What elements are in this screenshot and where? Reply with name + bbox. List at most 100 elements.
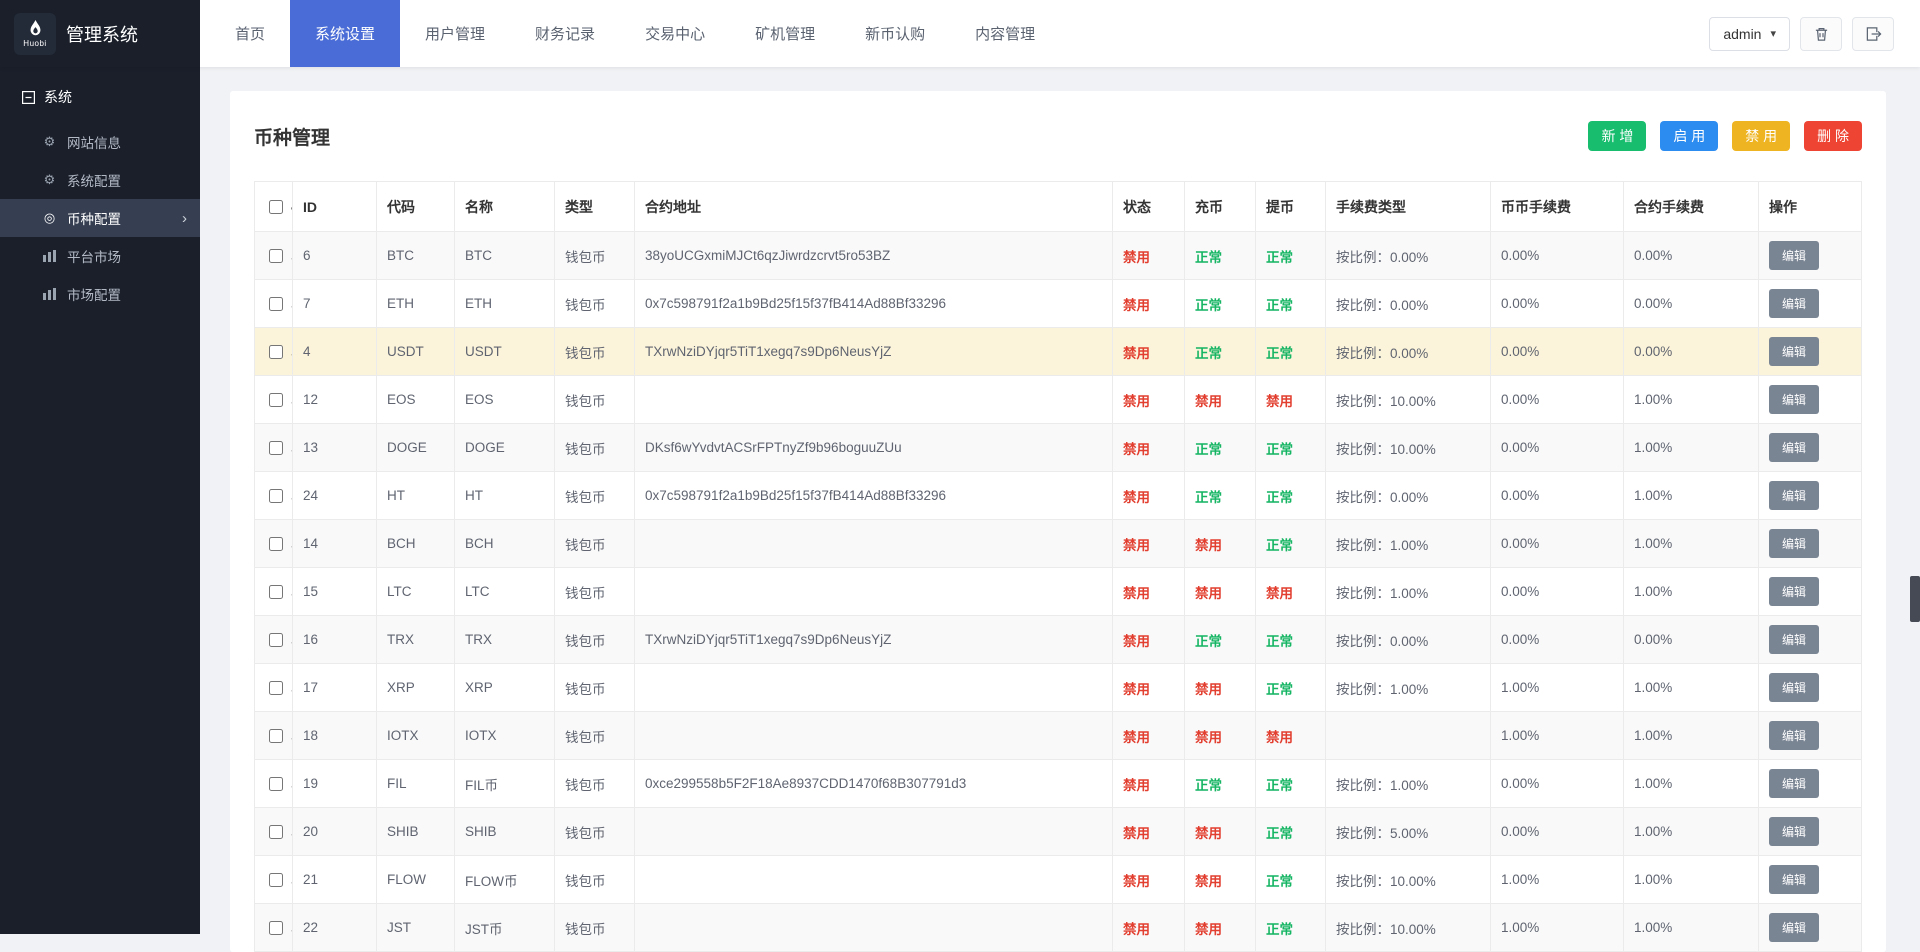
cell-code: JST	[377, 904, 455, 952]
cell-checkbox	[255, 328, 293, 376]
huobi-logo: Huobi	[14, 13, 56, 55]
row-checkbox[interactable]	[269, 729, 283, 743]
edit-button[interactable]: 编辑	[1769, 817, 1819, 846]
cell-actions: 编辑	[1759, 376, 1862, 424]
cell-status: 禁用	[1113, 712, 1185, 760]
cell-type: 钱包币	[555, 232, 635, 280]
cell-contract_fee: 1.00%	[1624, 424, 1759, 472]
row-checkbox[interactable]	[269, 441, 283, 455]
cell-checkbox	[255, 904, 293, 952]
nav-item-finance-records[interactable]: 财务记录	[510, 0, 620, 67]
edit-button[interactable]: 编辑	[1769, 721, 1819, 750]
nav-item-content-management[interactable]: 内容管理	[950, 0, 1060, 67]
cell-fee_type: 按比例：0.00%	[1326, 472, 1491, 520]
nav-item-home[interactable]: 首页	[210, 0, 290, 67]
cell-contract_fee: 0.00%	[1624, 280, 1759, 328]
cell-name: IOTX	[455, 712, 555, 760]
cell-name: XRP	[455, 664, 555, 712]
table-row: 19FILFIL币钱包币0xce299558b5F2F18Ae8937CDD14…	[255, 760, 1862, 808]
user-dropdown[interactable]: admin ▾	[1709, 17, 1790, 51]
add-button[interactable]: 新 增	[1588, 121, 1646, 151]
logout-button[interactable]	[1852, 17, 1894, 51]
cell-type: 钱包币	[555, 664, 635, 712]
cell-coin_fee: 0.00%	[1491, 376, 1624, 424]
cell-actions: 编辑	[1759, 232, 1862, 280]
row-checkbox[interactable]	[269, 345, 283, 359]
select-all-checkbox[interactable]	[269, 200, 283, 214]
cell-deposit: 正常	[1185, 424, 1256, 472]
row-checkbox[interactable]	[269, 873, 283, 887]
cell-contract: TXrwNziDYjqr5TiT1xegq7s9Dp6NeusYjZ	[635, 616, 1113, 664]
sidebar-section-system[interactable]: 系统	[0, 67, 200, 123]
top-navbar: Huobi 管理系统 首页 系统设置 用户管理 财务记录 交易中心 矿机管理 新…	[0, 0, 1920, 67]
edit-button[interactable]: 编辑	[1769, 625, 1819, 654]
trash-button[interactable]	[1800, 17, 1842, 51]
delete-button[interactable]: 删 除	[1804, 121, 1862, 151]
disable-button[interactable]: 禁 用	[1732, 121, 1790, 151]
scrollbar-thumb[interactable]	[1910, 576, 1920, 622]
row-checkbox[interactable]	[269, 297, 283, 311]
row-checkbox[interactable]	[269, 249, 283, 263]
row-checkbox[interactable]	[269, 921, 283, 935]
cell-checkbox	[255, 856, 293, 904]
cell-type: 钱包币	[555, 616, 635, 664]
cell-id: 20	[293, 808, 377, 856]
cell-checkbox	[255, 616, 293, 664]
nav-item-user-management[interactable]: 用户管理	[400, 0, 510, 67]
edit-button[interactable]: 编辑	[1769, 769, 1819, 798]
sidebar-item-system-config[interactable]: ⚙ 系统配置	[0, 161, 200, 199]
edit-button[interactable]: 编辑	[1769, 529, 1819, 558]
row-checkbox[interactable]	[269, 393, 283, 407]
enable-button[interactable]: 启 用	[1660, 121, 1718, 151]
cell-contract_fee: 1.00%	[1624, 376, 1759, 424]
cell-status: 禁用	[1113, 376, 1185, 424]
edit-button[interactable]: 编辑	[1769, 385, 1819, 414]
cell-contract	[635, 856, 1113, 904]
cell-name: BTC	[455, 232, 555, 280]
cell-contract_fee: 1.00%	[1624, 904, 1759, 952]
row-checkbox[interactable]	[269, 489, 283, 503]
row-checkbox[interactable]	[269, 777, 283, 791]
table-row: 13DOGEDOGE钱包币DKsf6wYvdvtACSrFPTnyZf9b96b…	[255, 424, 1862, 472]
edit-button[interactable]: 编辑	[1769, 913, 1819, 942]
cell-checkbox	[255, 472, 293, 520]
edit-button[interactable]: 编辑	[1769, 289, 1819, 318]
edit-button[interactable]: 编辑	[1769, 865, 1819, 894]
nav-item-trade-center[interactable]: 交易中心	[620, 0, 730, 67]
cell-type: 钱包币	[555, 856, 635, 904]
row-checkbox[interactable]	[269, 633, 283, 647]
sidebar-item-market-config[interactable]: 市场配置	[0, 275, 200, 313]
edit-button[interactable]: 编辑	[1769, 577, 1819, 606]
edit-button[interactable]: 编辑	[1769, 241, 1819, 270]
cell-checkbox	[255, 520, 293, 568]
flame-icon	[27, 19, 44, 38]
cell-fee_type: 按比例：0.00%	[1326, 616, 1491, 664]
nav-item-miner-management[interactable]: 矿机管理	[730, 0, 840, 67]
row-checkbox[interactable]	[269, 681, 283, 695]
chevron-right-icon: ›	[182, 210, 187, 227]
edit-button[interactable]: 编辑	[1769, 337, 1819, 366]
nav-item-system-settings[interactable]: 系统设置	[290, 0, 400, 67]
cell-name: ETH	[455, 280, 555, 328]
row-checkbox[interactable]	[269, 825, 283, 839]
row-checkbox[interactable]	[269, 585, 283, 599]
table-row: 6BTCBTC钱包币38yoUCGxmiMJCt6qzJiwrdzcrvt5ro…	[255, 232, 1862, 280]
cell-checkbox	[255, 664, 293, 712]
cell-fee_type: 按比例：10.00%	[1326, 376, 1491, 424]
edit-button[interactable]: 编辑	[1769, 673, 1819, 702]
cell-contract: 0x7c598791f2a1b9Bd25f15f37fB414Ad88Bf332…	[635, 280, 1113, 328]
sidebar-item-website-info[interactable]: ⚙ 网站信息	[0, 123, 200, 161]
cell-withdraw: 正常	[1256, 664, 1326, 712]
cell-contract: DKsf6wYvdvtACSrFPTnyZf9b96boguuZUu	[635, 424, 1113, 472]
cell-id: 18	[293, 712, 377, 760]
edit-button[interactable]: 编辑	[1769, 433, 1819, 462]
sidebar-item-coin-config[interactable]: ◎ 币种配置 ›	[0, 199, 200, 237]
sidebar-item-label: 平台市场	[67, 246, 121, 266]
cell-contract	[635, 568, 1113, 616]
cell-contract_fee: 0.00%	[1624, 328, 1759, 376]
edit-button[interactable]: 编辑	[1769, 481, 1819, 510]
sidebar-item-platform-market[interactable]: 平台市场	[0, 237, 200, 275]
nav-item-new-coin-subscription[interactable]: 新币认购	[840, 0, 950, 67]
row-checkbox[interactable]	[269, 537, 283, 551]
main-content: 币种管理 新 增 启 用 禁 用 删 除 ID 代码 名称 类型	[200, 0, 1920, 952]
